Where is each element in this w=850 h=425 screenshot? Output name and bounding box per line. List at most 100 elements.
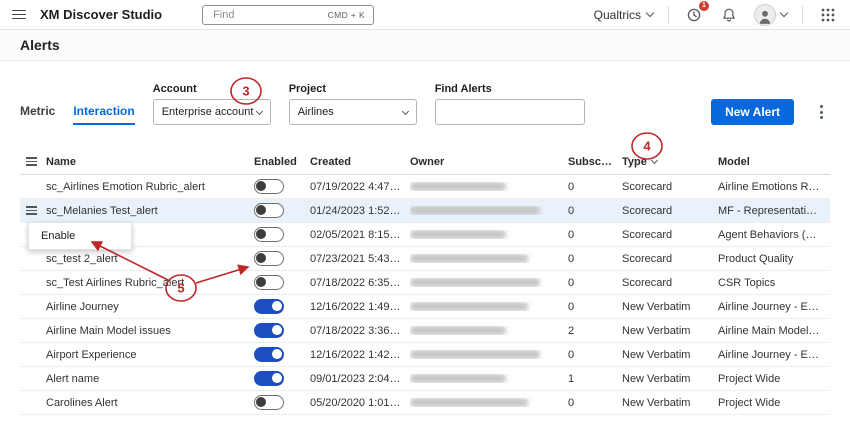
table-row[interactable]: 02/05/2021 8:15 AM 0 Scorecard Agent Beh… bbox=[20, 223, 830, 247]
col-header-created[interactable]: Created bbox=[310, 156, 410, 168]
page-header: Alerts bbox=[0, 30, 850, 61]
alert-model: Project Wide bbox=[718, 373, 830, 385]
project-select[interactable]: Airlines bbox=[289, 99, 417, 125]
tab-metric[interactable]: Metric bbox=[20, 99, 55, 125]
enabled-toggle[interactable] bbox=[254, 323, 284, 338]
subscribers-count: 2 bbox=[568, 325, 622, 337]
col-header-model[interactable]: Model bbox=[718, 156, 830, 168]
enabled-toggle[interactable] bbox=[254, 203, 284, 218]
enabled-toggle[interactable] bbox=[254, 275, 284, 290]
subscribers-count: 0 bbox=[568, 277, 622, 289]
alert-name[interactable]: Alert name bbox=[46, 373, 254, 385]
user-menu[interactable] bbox=[754, 4, 787, 26]
owner-redacted bbox=[410, 302, 528, 311]
alert-model: CSR Topics bbox=[718, 277, 830, 289]
alert-name[interactable]: Airport Experience bbox=[46, 349, 254, 361]
owner-redacted bbox=[410, 206, 540, 215]
table-row[interactable]: Airport Experience 12/16/2022 1:42 AM 0 … bbox=[20, 343, 830, 367]
more-options-button[interactable] bbox=[812, 99, 830, 125]
created-date: 05/20/2020 1:01 PM bbox=[310, 397, 410, 409]
divider bbox=[802, 6, 803, 24]
table-row[interactable]: sc_Test Airlines Rubric_alert 07/18/2022… bbox=[20, 271, 830, 295]
alert-type: Scorecard bbox=[622, 181, 718, 193]
alert-name[interactable]: Airline Main Model issues bbox=[46, 325, 254, 337]
table-row[interactable]: sc_Airlines Emotion Rubric_alert 07/19/2… bbox=[20, 175, 830, 199]
subscribers-count: 1 bbox=[568, 373, 622, 385]
sort-chevron-icon bbox=[651, 157, 658, 164]
row-context-menu: Enable bbox=[28, 222, 132, 250]
created-date: 07/19/2022 4:47 AM bbox=[310, 181, 410, 193]
alert-name[interactable]: Carolines Alert bbox=[46, 397, 254, 409]
alert-type: New Verbatim bbox=[622, 349, 718, 361]
subscribers-count: 0 bbox=[568, 181, 622, 193]
chevron-down-icon bbox=[256, 107, 263, 114]
table-row[interactable]: sc_Melanies Test_alert 01/24/2023 1:52 P… bbox=[20, 199, 830, 223]
enabled-toggle[interactable] bbox=[254, 347, 284, 362]
col-header-type[interactable]: Type bbox=[622, 156, 718, 168]
table-row[interactable]: Alert name 09/01/2023 2:04 PM 1 New Verb… bbox=[20, 367, 830, 391]
enabled-toggle[interactable] bbox=[254, 299, 284, 314]
qualtrics-menu[interactable]: Qualtrics bbox=[594, 8, 653, 22]
alert-name[interactable]: Airline Journey bbox=[46, 301, 254, 313]
table-row[interactable]: Carolines Alert 05/20/2020 1:01 PM 0 New… bbox=[20, 391, 830, 415]
tab-interaction[interactable]: Interaction bbox=[73, 99, 134, 125]
alert-type: New Verbatim bbox=[622, 301, 718, 313]
subscribers-count: 0 bbox=[568, 253, 622, 265]
alert-name[interactable]: sc_Test Airlines Rubric_alert bbox=[46, 277, 254, 289]
notifications-button[interactable] bbox=[719, 5, 739, 25]
enabled-toggle[interactable] bbox=[254, 251, 284, 266]
created-date: 02/05/2021 8:15 AM bbox=[310, 229, 410, 241]
chevron-down-icon bbox=[402, 107, 409, 114]
enabled-toggle[interactable] bbox=[254, 395, 284, 410]
created-date: 12/16/2022 1:42 AM bbox=[310, 349, 410, 361]
col-header-name[interactable]: Name bbox=[46, 156, 254, 168]
whats-new-button[interactable]: 1 bbox=[684, 5, 704, 25]
account-select[interactable]: Enterprise account bbox=[153, 99, 271, 125]
find-alerts-label: Find Alerts bbox=[435, 83, 585, 95]
col-header-owner[interactable]: Owner bbox=[410, 156, 568, 168]
subscribers-count: 0 bbox=[568, 205, 622, 217]
filter-bar: Metric Interaction Account Enterprise ac… bbox=[20, 83, 830, 125]
alert-name[interactable]: sc_test 2_alert bbox=[46, 253, 254, 265]
enabled-toggle[interactable] bbox=[254, 179, 284, 194]
project-label: Project bbox=[289, 83, 417, 95]
col-header-enabled[interactable]: Enabled bbox=[254, 156, 310, 168]
page-title: Alerts bbox=[20, 37, 60, 53]
top-bar: XM Discover Studio CMD + K Qualtrics 1 bbox=[0, 0, 850, 30]
alerts-table: Name Enabled Created Owner Subscrip... T… bbox=[20, 149, 830, 415]
enabled-toggle[interactable] bbox=[254, 371, 284, 386]
enabled-toggle[interactable] bbox=[254, 227, 284, 242]
alert-name[interactable]: sc_Melanies Test_alert bbox=[46, 205, 254, 217]
table-menu-icon[interactable] bbox=[26, 157, 37, 165]
subscribers-count: 0 bbox=[568, 349, 622, 361]
alert-model: Airline Main Model - ne... bbox=[718, 325, 830, 337]
alert-name[interactable]: sc_Airlines Emotion Rubric_alert bbox=[46, 181, 254, 193]
global-search[interactable]: CMD + K bbox=[202, 5, 374, 25]
context-menu-enable[interactable]: Enable bbox=[29, 223, 131, 249]
alert-type: Scorecard bbox=[622, 277, 718, 289]
account-label: Account bbox=[153, 83, 271, 95]
new-alert-button[interactable]: New Alert bbox=[711, 99, 794, 125]
table-header-row: Name Enabled Created Owner Subscrip... T… bbox=[20, 149, 830, 175]
table-row[interactable]: Airline Main Model issues 07/18/2022 3:3… bbox=[20, 319, 830, 343]
alert-type: Scorecard bbox=[622, 229, 718, 241]
alert-model: Project Wide bbox=[718, 397, 830, 409]
row-menu-icon[interactable] bbox=[26, 206, 37, 214]
owner-redacted bbox=[410, 350, 540, 359]
main-menu-icon[interactable] bbox=[12, 10, 26, 20]
subscribers-count: 0 bbox=[568, 301, 622, 313]
table-row[interactable]: sc_test 2_alert 07/23/2021 5:43 AM 0 Sco… bbox=[20, 247, 830, 271]
app-launcher-button[interactable] bbox=[818, 5, 838, 25]
owner-redacted bbox=[410, 230, 506, 239]
table-row[interactable]: Airline Journey 12/16/2022 1:49 AM 0 New… bbox=[20, 295, 830, 319]
bell-icon bbox=[721, 7, 737, 23]
search-input[interactable] bbox=[211, 8, 321, 22]
created-date: 09/01/2023 2:04 PM bbox=[310, 373, 410, 385]
alert-type: Scorecard bbox=[622, 253, 718, 265]
alert-model: Airline Emotions Rubric bbox=[718, 181, 830, 193]
subscribers-count: 0 bbox=[568, 397, 622, 409]
find-alerts-input[interactable] bbox=[435, 99, 585, 125]
notification-badge: 1 bbox=[699, 1, 709, 11]
alert-type: New Verbatim bbox=[622, 373, 718, 385]
col-header-subscribers[interactable]: Subscrip... bbox=[568, 156, 622, 168]
